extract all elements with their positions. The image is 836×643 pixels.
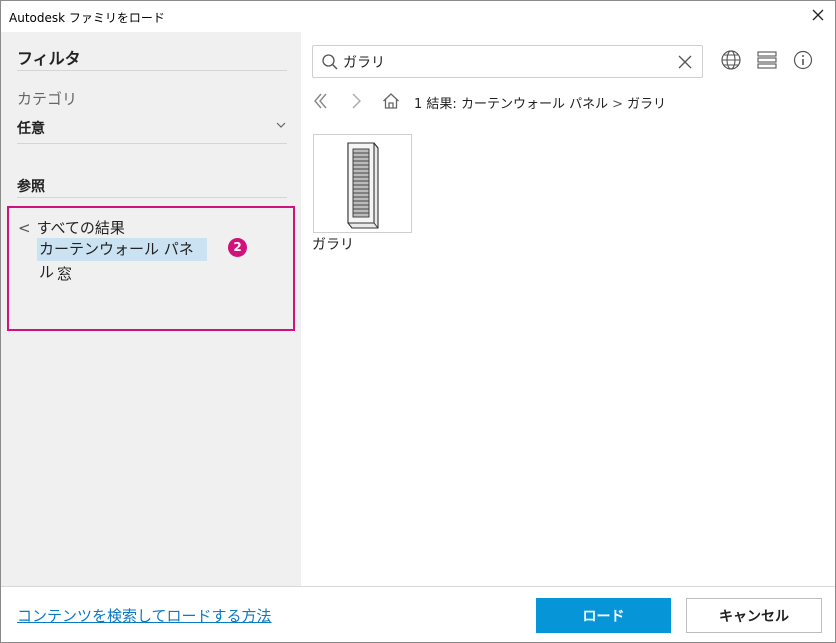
close-icon[interactable] — [809, 6, 827, 24]
tree-item-curtain-wall-panel[interactable]: カーテンウォール パネル — [37, 238, 207, 281]
category-value: 任意 — [17, 121, 45, 137]
category-dropdown[interactable]: 任意 — [17, 116, 287, 144]
category-label: カテゴリ — [17, 90, 78, 108]
all-results-label: すべての結果 — [36, 219, 125, 237]
filter-heading: フィルタ — [17, 49, 81, 68]
louver-thumbnail-icon — [347, 142, 379, 229]
window-title: Autodesk ファミリをロード — [9, 11, 165, 25]
forward-icon[interactable] — [348, 92, 366, 110]
result-tile[interactable] — [313, 134, 412, 233]
divider — [17, 197, 287, 198]
divider — [17, 70, 287, 71]
step-badge: 2 — [228, 238, 247, 257]
breadcrumb-separator: > — [612, 97, 623, 112]
load-button[interactable]: ロード — [536, 598, 671, 633]
breadcrumb-curtain-wall-panel[interactable]: カーテンウォール パネル — [461, 97, 608, 112]
breadcrumb-louver: ガラリ — [626, 97, 666, 112]
load-family-dialog: Autodesk ファミリをロード フィルタ カテゴリ 任意 参照 < すべての結… — [0, 0, 836, 643]
tree-item-window[interactable]: 窓 — [57, 263, 72, 284]
result-label[interactable]: ガラリ — [312, 234, 354, 254]
help-link[interactable]: コンテンツを検索してロードする方法 — [17, 605, 272, 626]
browse-heading: 参照 — [17, 179, 45, 195]
cancel-button[interactable]: キャンセル — [686, 598, 822, 633]
chevron-left-icon: < — [18, 219, 31, 237]
dialog-footer: コンテンツを検索してロードする方法 ロード キャンセル — [1, 586, 835, 642]
chevron-down-icon — [275, 119, 287, 131]
breadcrumb: 1 結果: カーテンウォール パネル > ガラリ — [414, 93, 666, 112]
title-bar: Autodesk ファミリをロード — [1, 1, 835, 31]
search-box — [312, 45, 703, 78]
search-input[interactable] — [343, 51, 663, 73]
filter-panel: フィルタ カテゴリ 任意 参照 < すべての結果 カーテンウォール パネル 2 窓 — [1, 32, 301, 586]
result-count: 1 結果: — [414, 97, 457, 112]
results-panel: 1 結果: カーテンウォール パネル>ガラリ ガラリ — [302, 32, 835, 586]
info-icon[interactable] — [792, 49, 814, 71]
list-view-icon[interactable] — [756, 49, 778, 71]
back-icon[interactable] — [312, 92, 330, 110]
clear-icon[interactable] — [678, 55, 692, 69]
navigation-bar: 1 結果: カーテンウォール パネル > ガラリ — [312, 89, 822, 113]
home-icon[interactable] — [382, 92, 400, 110]
search-icon — [321, 53, 339, 71]
all-results-link[interactable]: < すべての結果 — [18, 217, 125, 238]
globe-icon[interactable] — [720, 49, 742, 71]
